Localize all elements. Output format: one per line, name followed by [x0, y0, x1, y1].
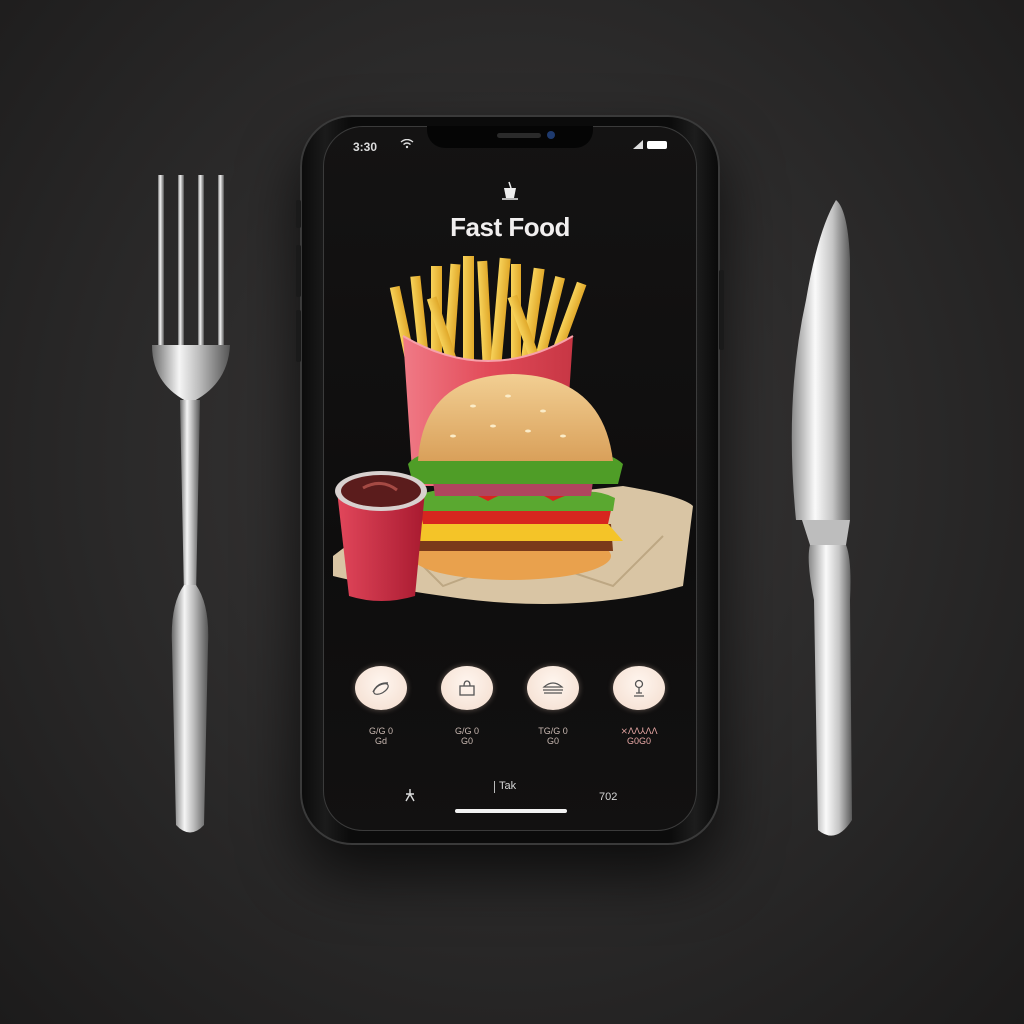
- fork-image: [152, 175, 230, 833]
- category-label: ⨯ΛΛ⅄ΛΛ G0G0: [620, 726, 658, 746]
- category-item[interactable]: ⨯ΛΛ⅄ΛΛ G0G0: [609, 666, 669, 746]
- wifi-icon: [400, 139, 414, 149]
- cup-icon: [502, 181, 518, 200]
- speaker-grille: [497, 133, 541, 138]
- battery-icon: [647, 140, 667, 149]
- tab-right[interactable]: 702: [599, 791, 617, 803]
- category-item[interactable]: G/G 0 Gd: [351, 666, 411, 746]
- mute-switch: [296, 200, 301, 228]
- front-camera: [547, 131, 555, 139]
- notch: [427, 126, 593, 148]
- status-time: 3:30: [353, 140, 378, 154]
- page-title: Fast Food: [450, 212, 570, 242]
- volume-up-button: [296, 245, 301, 297]
- power-button: [719, 270, 724, 350]
- status-indicators: [633, 140, 667, 149]
- category-button[interactable]: [441, 666, 493, 710]
- tab-middle[interactable]: Tak: [499, 780, 516, 792]
- category-label: G/G 0 Gd: [368, 726, 393, 746]
- bottom-tab-bar: Tak 702: [323, 766, 697, 806]
- person-icon: [634, 679, 644, 697]
- bag-icon: [459, 680, 475, 696]
- category-item[interactable]: G/G 0 G0: [437, 666, 497, 746]
- phone-screen: 3:30 Fast Food G/G 0 Gd G/G 0 G0 TG/G 0 …: [323, 126, 697, 831]
- category-button[interactable]: [527, 666, 579, 710]
- home-indicator[interactable]: [455, 809, 567, 813]
- volume-down-button: [296, 310, 301, 362]
- tab-divider: [494, 781, 495, 793]
- run-icon[interactable]: [403, 788, 417, 802]
- category-row: G/G 0 Gd G/G 0 G0 TG/G 0 G0 ⨯ΛΛ⅄ΛΛ G0G0: [351, 666, 669, 746]
- category-label: TG/G 0 G0: [538, 726, 568, 746]
- category-item[interactable]: TG/G 0 G0: [523, 666, 583, 746]
- category-label: G/G 0 G0: [454, 726, 479, 746]
- hotdog-icon: [372, 682, 389, 695]
- signal-icon: [633, 140, 643, 149]
- burger-icon: [542, 682, 564, 694]
- category-button[interactable]: [613, 666, 665, 710]
- knife-image: [791, 200, 852, 836]
- food-hero-image: [333, 256, 693, 604]
- category-button[interactable]: [355, 666, 407, 710]
